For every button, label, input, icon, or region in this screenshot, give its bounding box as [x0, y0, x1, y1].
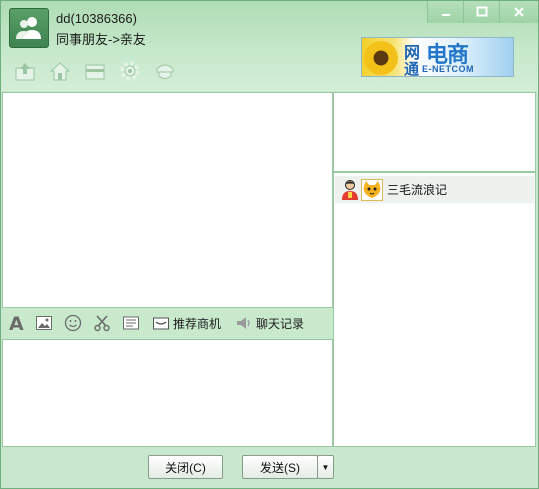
font-button[interactable]: A	[2, 308, 30, 338]
wallet-button[interactable]	[83, 59, 107, 83]
scissors-icon	[94, 315, 110, 332]
police-button[interactable]	[153, 59, 177, 83]
font-icon: A	[9, 314, 24, 332]
shop-icon	[153, 317, 169, 330]
send-file-button[interactable]	[13, 59, 37, 83]
close-icon	[514, 7, 524, 17]
emoji-button[interactable]	[58, 308, 88, 338]
image-button[interactable]	[30, 308, 58, 338]
chat-history-button[interactable]: 聊天记录	[235, 308, 304, 338]
sunflower-logo	[364, 41, 398, 75]
chat-window: dd(10386366) 同事朋友->亲友 网 电商 通 E-NETCOM A …	[0, 0, 539, 489]
maximize-button[interactable]	[463, 1, 499, 23]
settings-button[interactable]	[118, 59, 142, 83]
minimize-icon	[441, 14, 450, 16]
police-cap-icon	[156, 64, 174, 79]
chat-history-label: 聊天记录	[256, 316, 305, 331]
chat-history-pane[interactable]	[2, 92, 333, 308]
message-input[interactable]	[2, 339, 333, 447]
home-icon	[49, 62, 71, 81]
document-button[interactable]	[116, 308, 146, 338]
document-icon	[123, 316, 139, 330]
contact-group: 同事朋友->亲友	[56, 32, 146, 47]
banner-text-2b: E-NETCOM	[422, 64, 474, 74]
cat-icon	[361, 178, 383, 201]
window-controls	[427, 1, 538, 25]
banner-text-2a: 通	[404, 61, 420, 77]
speaker-icon	[237, 317, 250, 329]
person-icon	[342, 179, 358, 200]
member-name: 三毛流浪记	[387, 183, 448, 197]
emoji-icon	[64, 314, 82, 332]
send-button[interactable]: 发送(S)	[242, 455, 318, 479]
screenshot-button[interactable]	[88, 308, 116, 338]
group-avatar[interactable]	[9, 8, 49, 48]
top-toolbar	[13, 59, 177, 83]
close-button[interactable]: 关闭(C)	[148, 455, 223, 479]
group-info-pane	[333, 92, 536, 172]
image-icon	[36, 316, 52, 330]
title-bar[interactable]: dd(10386366) 同事朋友->亲友 网 电商 通 E-NETCOM	[1, 1, 538, 91]
home-button[interactable]	[48, 59, 72, 83]
recommend-business-label: 推荐商机	[173, 316, 222, 331]
maximize-icon	[476, 6, 487, 17]
recommend-business-button[interactable]: 推荐商机	[152, 308, 221, 338]
people-icon	[16, 17, 41, 39]
wallet-icon	[85, 64, 105, 80]
upload-icon	[15, 63, 35, 81]
svg-text:A: A	[9, 314, 24, 332]
contact-name: dd(10386366)	[56, 11, 137, 26]
send-options-dropdown[interactable]: ▼	[317, 455, 334, 479]
gear-icon	[120, 61, 140, 81]
input-toolbar: A 推荐商机 聊天记录	[2, 308, 333, 338]
close-window-button[interactable]	[499, 1, 538, 23]
bottom-bar: 关闭(C) 发送(S) ▼	[1, 447, 538, 488]
minimize-button[interactable]	[427, 1, 463, 23]
member-item[interactable]: 三毛流浪记	[335, 176, 534, 203]
e-netcom-banner[interactable]: 网 电商 通 E-NETCOM	[361, 37, 514, 77]
member-list[interactable]: 三毛流浪记	[333, 172, 536, 447]
